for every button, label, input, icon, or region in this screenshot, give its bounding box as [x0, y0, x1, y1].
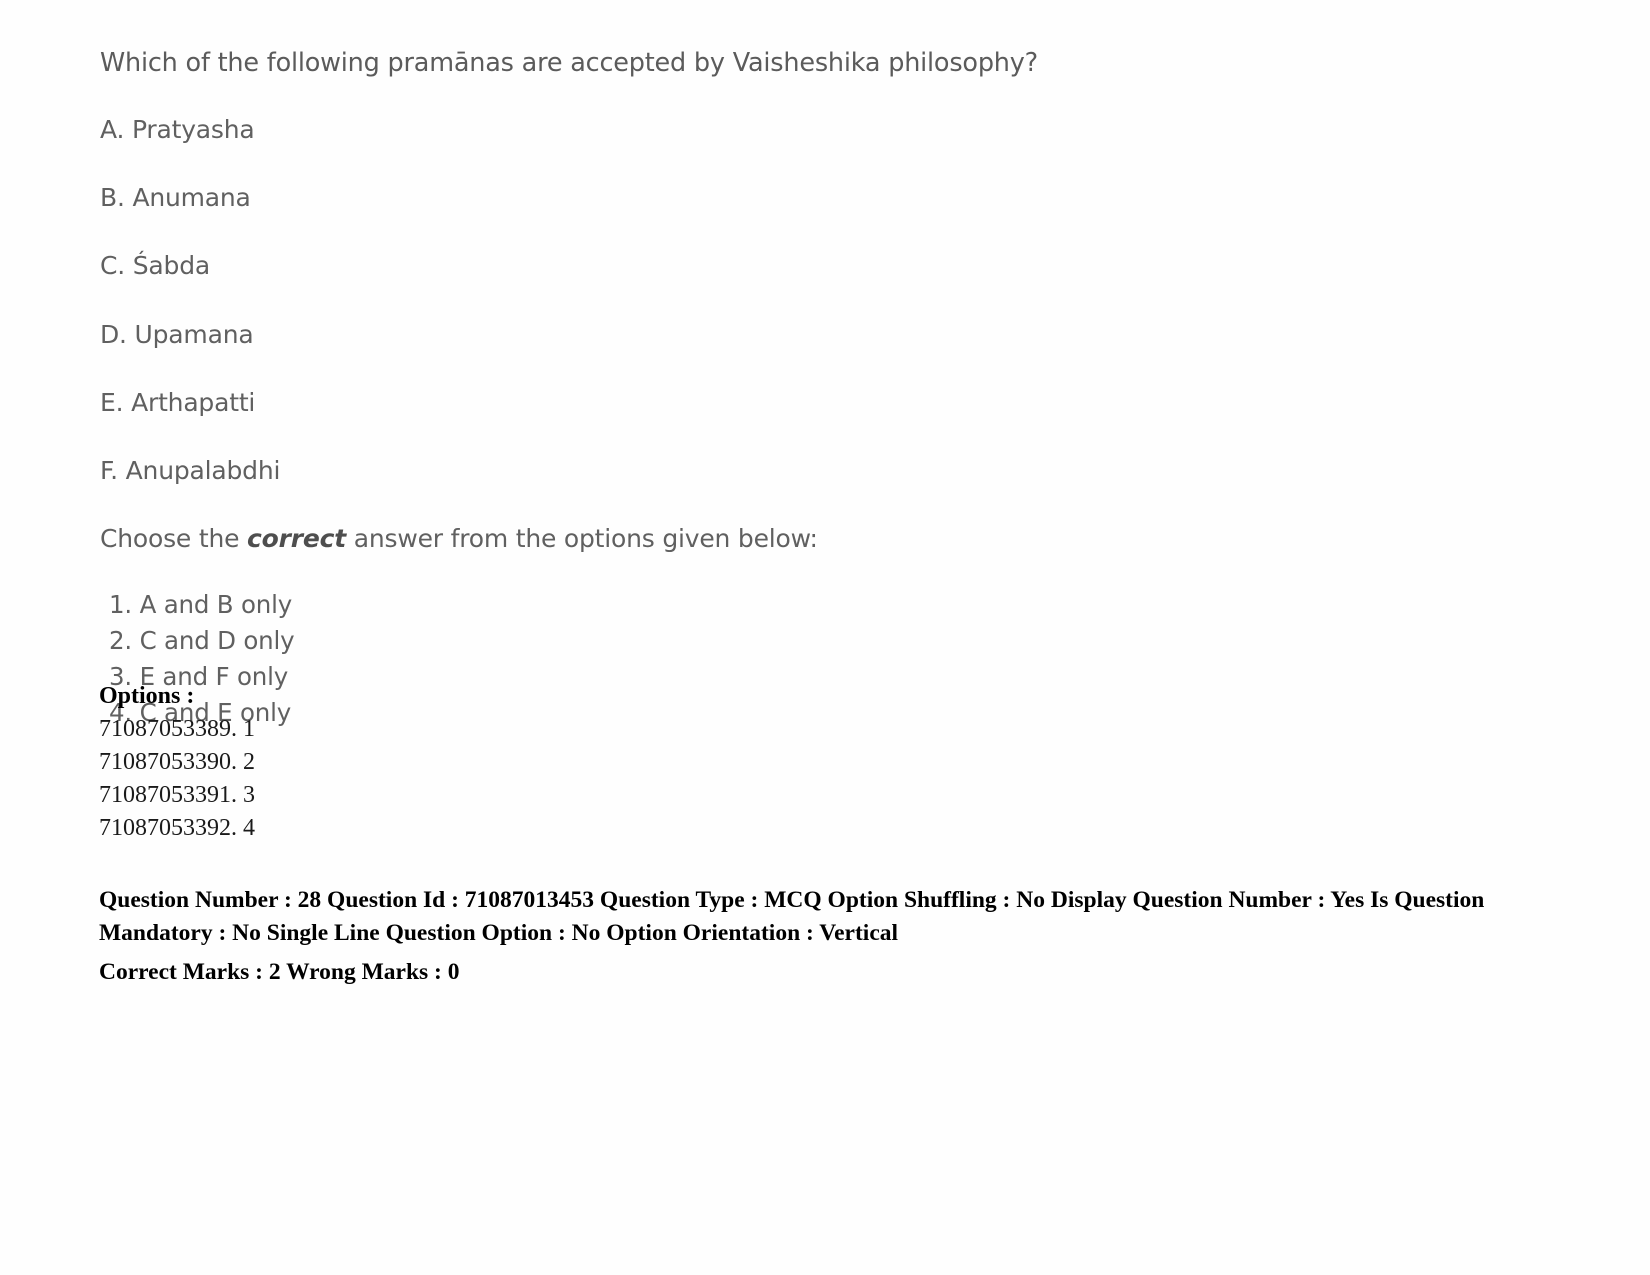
option-id-entry-3: 71087053391. 3 [99, 782, 255, 809]
metadata-line-1: Question Number : 28 Question Id : 71087… [99, 887, 1485, 947]
answer-choice-2[interactable]: 2. C and D only [100, 623, 1520, 659]
question-item-d: D. Upamana [100, 319, 254, 349]
choose-prefix: Choose the [100, 524, 248, 554]
question-item-c: C. Śabda [100, 251, 210, 281]
metadata-line-2: Correct Marks : 2 Wrong Marks : 0 [99, 958, 460, 985]
option-id-entry-1: 71087053389. 1 [99, 716, 255, 743]
option-id-list: 71087053389. 1 71087053390. 2 7108705339… [99, 713, 1529, 845]
question-text: Which of the following pramānas are acce… [100, 48, 1038, 78]
option-id-entry-4: 71087053392. 4 [99, 815, 255, 842]
question-scan-block: Which of the following pramānas are acce… [100, 48, 1520, 732]
document-page: Which of the following pramānas are acce… [0, 0, 1650, 1275]
answer-choice-1[interactable]: 1. A and B only [100, 587, 1520, 623]
question-item-e: E. Arthapatti [100, 387, 256, 417]
question-item-b: B. Anumana [100, 183, 251, 213]
options-block: Options : 71087053389. 1 71087053390. 2 … [99, 680, 1529, 846]
question-item-f: F. Anupalabdhi [100, 456, 281, 486]
option-id-entry-2: 71087053390. 2 [99, 749, 255, 776]
choose-emphasis: correct [247, 524, 347, 554]
choose-instruction: Choose the correct answer from the optio… [100, 523, 1520, 554]
question-metadata-block: Question Number : 28 Question Id : 71087… [99, 884, 1499, 989]
options-label: Options : [99, 683, 195, 709]
choose-suffix: answer from the options given below: [346, 524, 818, 554]
question-item-a: A. Pratyasha [100, 114, 255, 144]
